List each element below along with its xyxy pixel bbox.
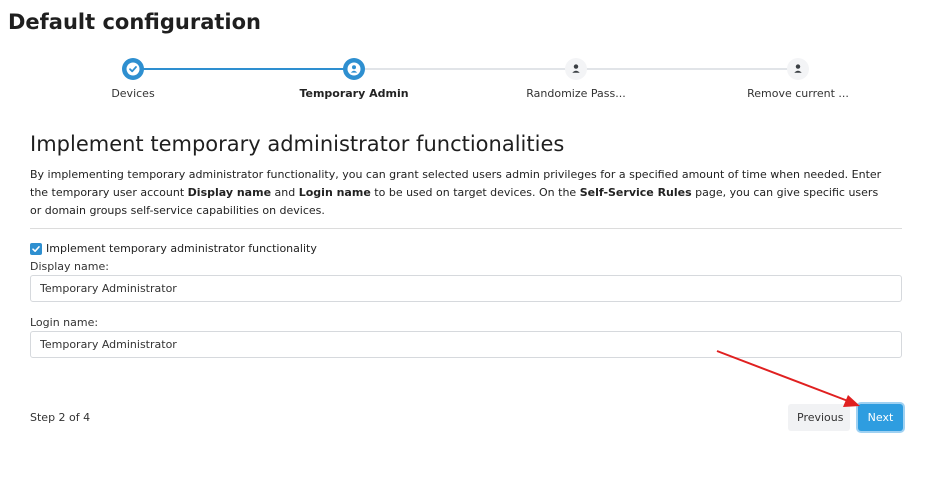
section-divider: [30, 228, 902, 229]
previous-button[interactable]: Previous: [788, 404, 850, 431]
section-description: By implementing temporary administrator …: [30, 168, 882, 217]
temporary-admin-checkbox-row: Implement temporary administrator functi…: [30, 242, 317, 255]
wizard-stepper: Devices Temporary Admin Randomize Pass..…: [0, 56, 936, 106]
display-name-label: Display name:: [30, 260, 109, 273]
step-label-remove-current: Remove current ...: [747, 87, 849, 100]
next-button[interactable]: Next: [858, 404, 903, 431]
login-name-input[interactable]: [30, 331, 902, 358]
temporary-admin-checkbox[interactable]: [30, 242, 42, 255]
user-icon: [572, 64, 580, 73]
step-indicator: Step 2 of 4: [30, 411, 91, 424]
checkmark-icon: [32, 245, 40, 252]
step-label-temporary-admin: Temporary Admin: [299, 87, 409, 100]
login-name-label: Login name:: [30, 316, 99, 329]
step-node-devices[interactable]: [122, 58, 144, 80]
display-name-input[interactable]: [30, 275, 902, 302]
page-title: Default configuration: [8, 10, 261, 34]
step-node-randomize-password[interactable]: [565, 58, 587, 80]
stepper-line-completed: [133, 68, 354, 70]
step-label-randomize-password: Randomize Pass...: [526, 87, 626, 100]
section-title: Implement temporary administrator functi…: [30, 132, 565, 156]
annotation-arrow-shaft: [716, 350, 849, 402]
check-icon: [126, 62, 140, 76]
step-node-remove-current[interactable]: [787, 58, 809, 80]
user-icon: [347, 62, 361, 76]
step-node-temporary-admin[interactable]: [343, 58, 365, 80]
step-label-devices: Devices: [111, 87, 155, 100]
user-icon: [794, 64, 802, 73]
temporary-admin-checkbox-label[interactable]: Implement temporary administrator functi…: [46, 242, 317, 255]
